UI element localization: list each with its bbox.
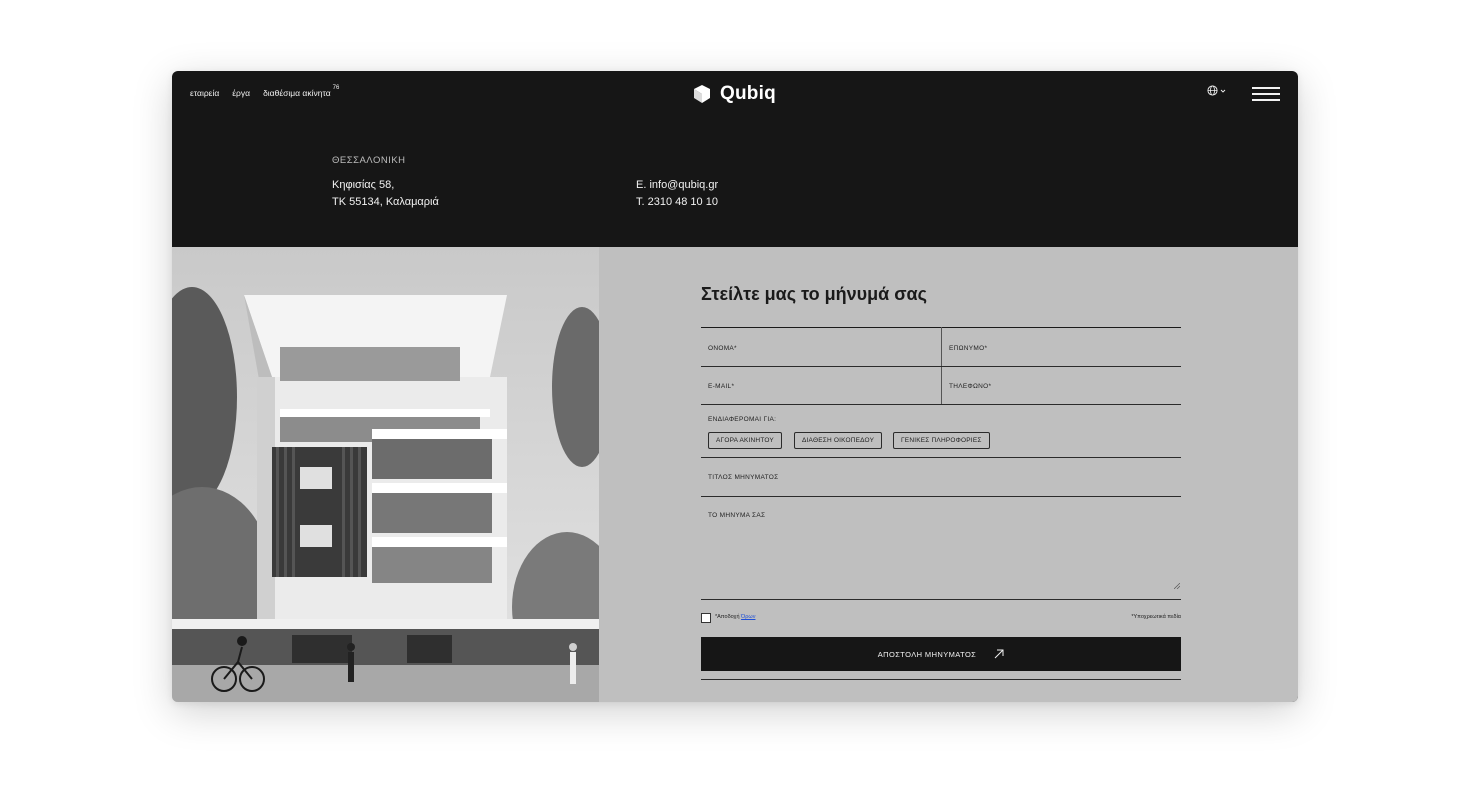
phone-field[interactable]: ΤΗΛΕΦΩΝΟ* [949, 383, 991, 390]
cube-logo-icon [694, 85, 710, 103]
phone-link[interactable]: T. 2310 48 10 10 [636, 194, 718, 211]
email-link[interactable]: E. info@qubiq.gr [636, 177, 718, 194]
browser-frame: εταιρεία έργα διαθέσιμα ακίνητα 76 Qubiq … [172, 71, 1298, 702]
message-textarea[interactable]: ΤΟ ΜΗΝΥΜΑ ΣΑΣ [708, 512, 765, 519]
office-city: ΘΕΣΣΑΛΟΝΙΚΗ [332, 155, 406, 166]
office-contacts: E. info@qubiq.gr T. 2310 48 10 10 [636, 177, 718, 211]
arrow-up-right-icon [994, 649, 1004, 659]
resize-handle-icon[interactable] [1174, 583, 1180, 589]
first-name-field[interactable]: ΟΝΟΜΑ* [708, 345, 737, 352]
contact-form-panel: Στείλτε μας το μήνυμά σας ΟΝΟΜΑ* ΕΠΩΝΥΜΟ… [599, 247, 1298, 702]
terms-prefix: *Αποδοχή [715, 614, 740, 620]
option-buy-property[interactable]: ΑΓΟΡΑ ΑΚΙΝΗΤΟΥ [708, 432, 782, 449]
last-name-field[interactable]: ΕΠΩΝΥΜΟ* [949, 345, 987, 352]
terms-link[interactable]: Όρων [741, 614, 755, 620]
office-address: Κηφισίας 58, ΤΚ 55134, Καλαμαριά [332, 177, 439, 211]
nav-available-label: διαθέσιμα ακίνητα [263, 88, 331, 98]
interest-label: ΕΝΔΙΑΦΕΡΟΜΑΙ ΓΙΑ: [708, 416, 777, 423]
nav-available-properties-link[interactable]: διαθέσιμα ακίνητα 76 [263, 85, 340, 98]
email-field[interactable]: E-MAIL* [708, 383, 734, 390]
chevron-down-icon [1220, 89, 1226, 93]
submit-label: ΑΠΟΣΤΟΛΗ ΜΗΝΥΜΑΤΟΣ [877, 649, 977, 659]
logo-text: Qubiq [720, 83, 776, 104]
option-offer-plot[interactable]: ΔΙΑΘΕΣΗ ΟΙΚΟΠΕΔΟΥ [794, 432, 883, 449]
building-illustration [172, 247, 599, 702]
menu-hamburger-icon[interactable] [1252, 85, 1280, 101]
language-selector[interactable] [1207, 85, 1226, 96]
submit-button[interactable]: ΑΠΟΣΤΟΛΗ ΜΗΝΥΜΑΤΟΣ [701, 637, 1181, 671]
address-line-1: Κηφισίας 58, [332, 179, 395, 191]
address-line-2: ΤΚ 55134, Καλαμαριά [332, 196, 439, 208]
nav-projects-link[interactable]: έργα [232, 88, 250, 98]
subject-field[interactable]: ΤΙΤΛΟΣ ΜΗΝΥΜΑΤΟΣ [708, 474, 778, 481]
globe-icon [1207, 85, 1218, 96]
nav-available-count: 76 [332, 85, 340, 92]
nav-company-link[interactable]: εταιρεία [190, 88, 219, 98]
terms-checkbox[interactable] [701, 613, 711, 623]
form-title: Στείλτε μας το μήνυμά σας [701, 284, 927, 304]
main-nav: εταιρεία έργα διαθέσιμα ακίνητα 76 [190, 85, 340, 98]
required-note: *Υποχρεωτικά πεδία [1131, 614, 1181, 620]
option-general-info[interactable]: ΓΕΝΙΚΕΣ ΠΛΗΡΟΦΟΡΙΕΣ [893, 432, 990, 449]
logo[interactable]: Qubiq [692, 83, 776, 105]
terms-label: *Αποδοχή Όρων [715, 614, 755, 620]
building-photo [172, 247, 599, 702]
